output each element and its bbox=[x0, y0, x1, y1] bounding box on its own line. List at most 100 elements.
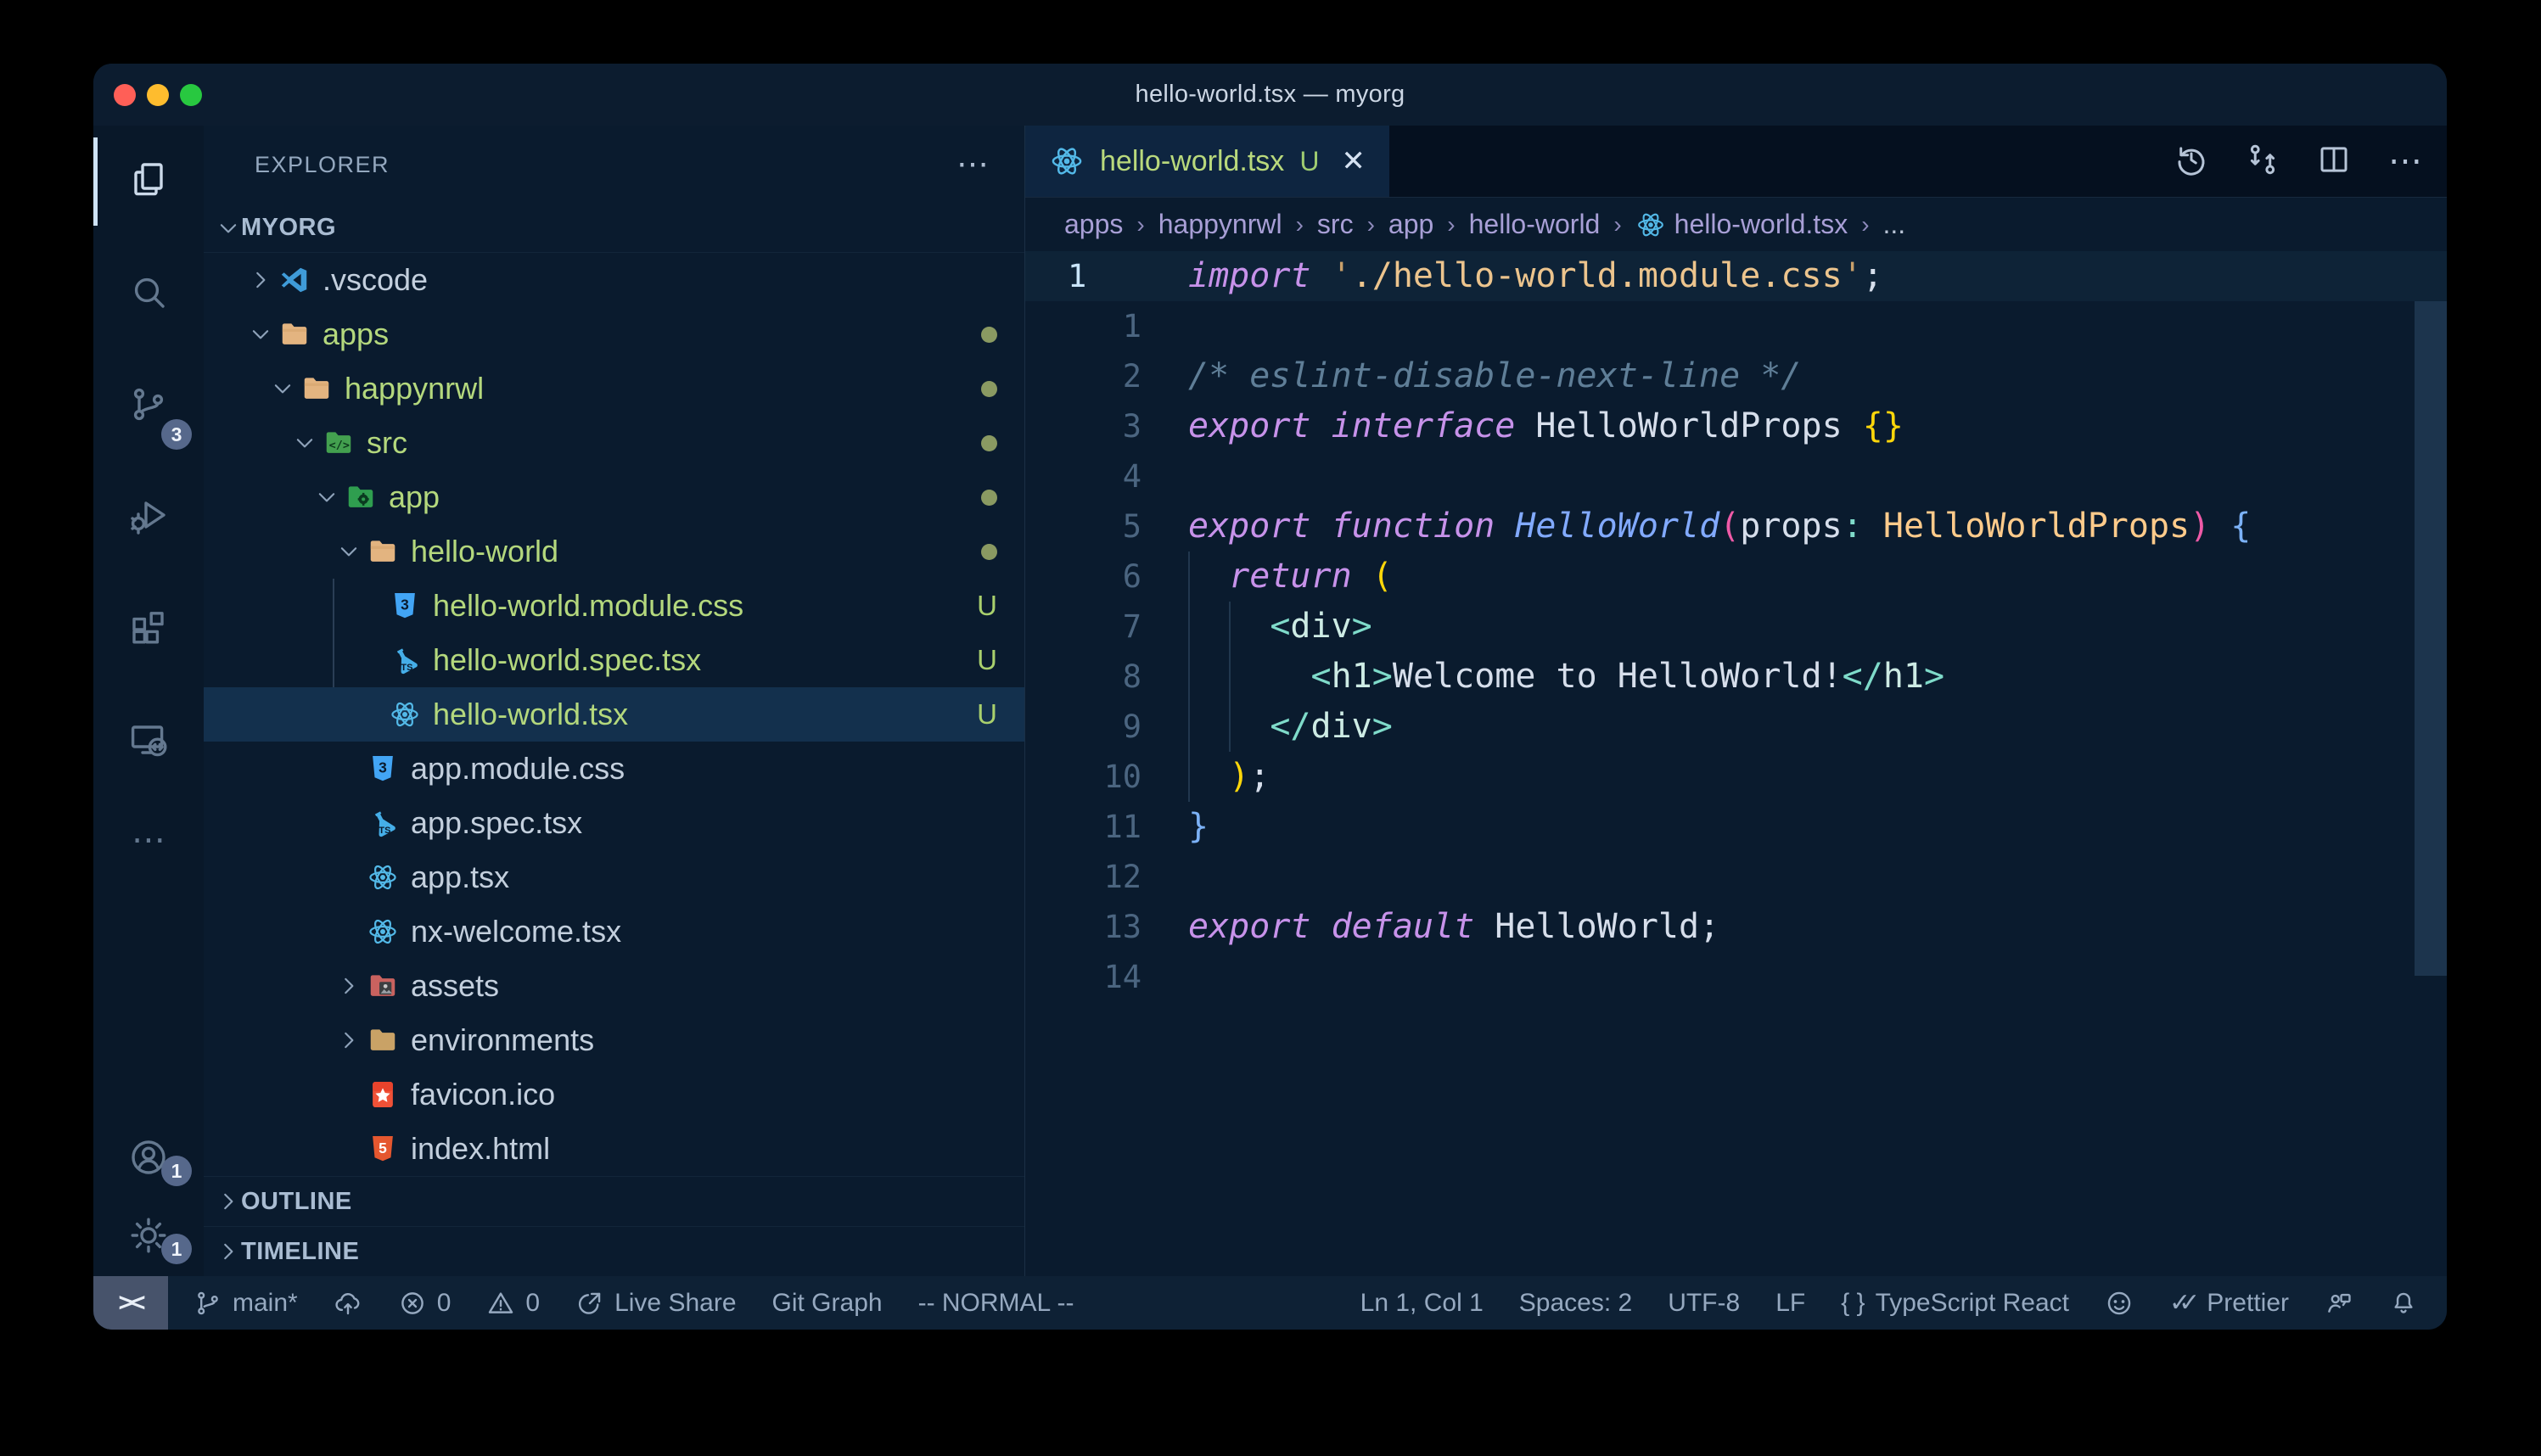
status-label: Spaces: 2 bbox=[1519, 1289, 1632, 1318]
status-label: TypeScript React bbox=[1876, 1289, 2069, 1318]
minimize-window-button[interactable] bbox=[147, 84, 169, 106]
status-live-share[interactable]: Live Share bbox=[575, 1289, 736, 1318]
react-icon bbox=[367, 916, 399, 948]
tree-item-hello-world[interactable]: hello-world bbox=[204, 524, 1024, 579]
tree-item-label: .vscode bbox=[323, 262, 428, 298]
source-control-icon bbox=[128, 384, 169, 428]
cloud-upload-icon bbox=[334, 1289, 362, 1318]
zoom-window-button[interactable] bbox=[180, 84, 202, 106]
remote-indicator[interactable]: >< bbox=[93, 1276, 168, 1330]
status-label: 0 bbox=[525, 1289, 540, 1318]
code-editor[interactable]: 1import './hello-world.module.css';12/* … bbox=[1025, 251, 2447, 1276]
tree-item-label: assets bbox=[411, 968, 499, 1004]
tree-item-assets[interactable]: assets bbox=[204, 959, 1024, 1013]
split-editor-button[interactable] bbox=[2309, 137, 2359, 186]
tree-item-nx-welcome-tsx[interactable]: nx-welcome.tsx bbox=[204, 904, 1024, 959]
activity-more-views[interactable]: ⋯ bbox=[93, 798, 204, 882]
breadcrumb-item--[interactable]: ... bbox=[1883, 209, 1906, 240]
tab-hello-world-tsx[interactable]: hello-world.tsx U ✕ bbox=[1025, 126, 1389, 197]
activity-search[interactable] bbox=[93, 238, 204, 350]
react-icon bbox=[1049, 143, 1085, 179]
folder-app-icon bbox=[345, 481, 377, 513]
activity-run-debug[interactable] bbox=[93, 462, 204, 574]
activity-accounts[interactable]: 1 bbox=[93, 1120, 204, 1198]
braces-icon: { } bbox=[1841, 1289, 1865, 1318]
views-and-more-actions-icon[interactable]: ⋯ bbox=[956, 156, 989, 173]
tree-item-happynrwl[interactable]: happynrwl bbox=[204, 361, 1024, 416]
tree-item-apps[interactable]: apps bbox=[204, 307, 1024, 361]
vscode-window: hello-world.tsx — myorg 3⋯11 EXPLORER ⋯ … bbox=[93, 64, 2447, 1330]
status-indentation[interactable]: Spaces: 2 bbox=[1519, 1289, 1632, 1318]
code-line: 14 bbox=[1025, 952, 2447, 1002]
status-notifications[interactable] bbox=[2389, 1289, 2418, 1318]
close-tab-icon[interactable]: ✕ bbox=[1341, 144, 1366, 178]
line-number: 13 bbox=[1025, 909, 1188, 945]
activity-source-control[interactable]: 3 bbox=[93, 350, 204, 462]
tree-item-hello-world-spec-tsx[interactable]: TShello-world.spec.tsxU bbox=[204, 633, 1024, 687]
status-language-mode[interactable]: { } TypeScript React bbox=[1841, 1289, 2069, 1318]
status-git-graph[interactable]: Git Graph bbox=[772, 1289, 883, 1318]
breadcrumb-item-happynrwl[interactable]: happynrwl bbox=[1158, 209, 1282, 240]
folder-icon bbox=[300, 372, 333, 405]
tree-item-app-tsx[interactable]: app.tsx bbox=[204, 850, 1024, 904]
status-publish[interactable] bbox=[334, 1289, 362, 1318]
tree-item-environments[interactable]: environments bbox=[204, 1013, 1024, 1067]
section-header-outline[interactable]: OUTLINE bbox=[204, 1176, 1024, 1226]
tree-item-favicon-ico[interactable]: favicon.ico bbox=[204, 1067, 1024, 1122]
line-number: 1 bbox=[1025, 258, 1188, 294]
status-encoding[interactable]: UTF-8 bbox=[1668, 1289, 1740, 1318]
section-header-timeline[interactable]: TIMELINE bbox=[204, 1226, 1024, 1276]
section-header-myorg[interactable]: MYORG bbox=[204, 204, 1024, 253]
tree-item--vscode[interactable]: .vscode bbox=[204, 253, 1024, 307]
status-feedback[interactable] bbox=[2325, 1289, 2353, 1318]
tree-item-label: app.tsx bbox=[411, 860, 509, 895]
debug-icon bbox=[128, 496, 169, 540]
code-line: 9 </div> bbox=[1025, 702, 2447, 752]
css-icon: 3 bbox=[367, 753, 399, 785]
breadcrumb-item-src[interactable]: src bbox=[1317, 209, 1354, 240]
status-vim-mode[interactable]: -- NORMAL -- bbox=[918, 1289, 1074, 1318]
activity-bar: 3 ⋯ 11 bbox=[93, 126, 204, 1276]
files-icon bbox=[128, 160, 169, 204]
status-prettier[interactable]: ✓✓Prettier bbox=[2169, 1288, 2289, 1318]
explorer-sidebar: EXPLORER ⋯ MYORG .vscodeappshappynrwl</>… bbox=[204, 126, 1025, 1276]
close-window-button[interactable] bbox=[114, 84, 136, 106]
tree-item-app-spec-tsx[interactable]: TSapp.spec.tsx bbox=[204, 796, 1024, 850]
status-cursor-position[interactable]: Ln 1, Col 1 bbox=[1360, 1289, 1484, 1318]
status-label: Ln 1, Col 1 bbox=[1360, 1289, 1484, 1318]
tree-item-label: hello-world.spec.tsx bbox=[433, 642, 701, 678]
share-icon bbox=[575, 1289, 604, 1318]
status-eol[interactable]: LF bbox=[1775, 1289, 1805, 1318]
breadcrumb-item-app[interactable]: app bbox=[1388, 209, 1433, 240]
code-line: 5export function HelloWorld(props: Hello… bbox=[1025, 501, 2447, 552]
breadcrumb-item-hello-world[interactable]: hello-world bbox=[1469, 209, 1601, 240]
tree-item-app[interactable]: app bbox=[204, 470, 1024, 524]
tree-item-index-html[interactable]: 5index.html bbox=[204, 1122, 1024, 1176]
code-line: 13export default HelloWorld; bbox=[1025, 902, 2447, 952]
status-label: UTF-8 bbox=[1668, 1289, 1740, 1318]
more-actions-button[interactable]: ⋯ bbox=[2381, 137, 2430, 186]
compare-button[interactable] bbox=[2238, 137, 2287, 186]
error-icon bbox=[398, 1289, 427, 1318]
activity-remote-explorer[interactable] bbox=[93, 686, 204, 798]
chevron-down-icon bbox=[314, 484, 339, 510]
tree-item-hello-world-tsx[interactable]: hello-world.tsxU bbox=[204, 687, 1024, 742]
git-untracked-badge: U bbox=[977, 590, 997, 622]
status-label: LF bbox=[1775, 1289, 1805, 1318]
status-github[interactable] bbox=[2105, 1289, 2134, 1318]
open-changes-button[interactable] bbox=[2167, 137, 2216, 186]
code-line: 3export interface HelloWorldProps {} bbox=[1025, 401, 2447, 451]
activity-explorer[interactable] bbox=[93, 126, 204, 238]
tree-item-app-module-css[interactable]: 3app.module.css bbox=[204, 742, 1024, 796]
status-errors[interactable]: 0 bbox=[398, 1289, 452, 1318]
breadcrumb-item-hello-world-tsx[interactable]: hello-world.tsx bbox=[1635, 209, 1848, 240]
warning-icon bbox=[486, 1289, 515, 1318]
breadcrumb-item-apps[interactable]: apps bbox=[1064, 209, 1123, 240]
tree-item-hello-world-module-css[interactable]: 3hello-world.module.cssU bbox=[204, 579, 1024, 633]
status-git-branch[interactable]: main* bbox=[194, 1289, 298, 1318]
activity-settings[interactable]: 1 bbox=[93, 1198, 204, 1276]
tree-item-src[interactable]: </>src bbox=[204, 416, 1024, 470]
status-warnings[interactable]: 0 bbox=[486, 1289, 540, 1318]
activity-extensions[interactable] bbox=[93, 574, 204, 686]
git-modified-dot bbox=[981, 327, 997, 343]
